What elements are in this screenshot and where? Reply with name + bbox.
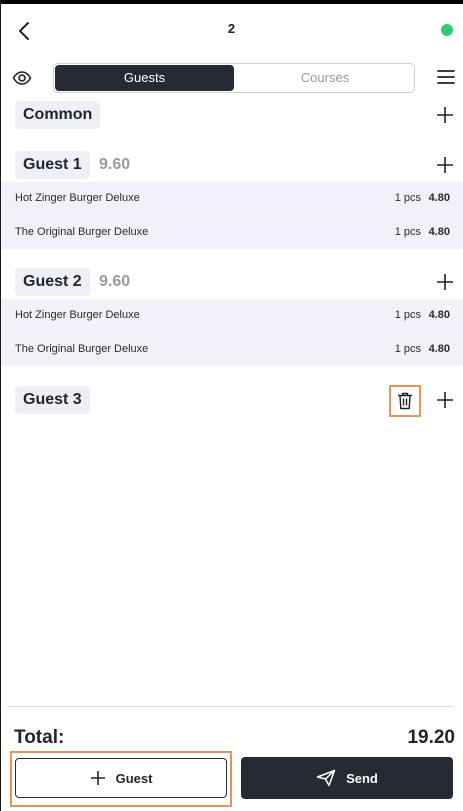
send-label: Send	[346, 770, 378, 786]
divider	[7, 706, 453, 707]
menu-icon[interactable]	[437, 69, 455, 85]
group-guest-3: Guest 3	[0, 385, 463, 417]
item-list: Hot Zinger Burger Deluxe 1 pcs 4.80 The …	[1, 182, 463, 249]
item-qty: 1 pcs	[394, 192, 421, 204]
plus-icon	[90, 770, 106, 786]
item-name: The Original Burger Deluxe	[15, 342, 149, 355]
tab-guests[interactable]: Guests	[55, 65, 234, 91]
group-common: Common	[0, 101, 463, 131]
total-value: 19.20	[407, 727, 455, 748]
trash-icon	[398, 392, 412, 410]
plus-icon[interactable]	[436, 391, 454, 409]
add-guest-highlight: Guest	[10, 751, 232, 807]
group-total: 9.60	[99, 156, 131, 173]
send-icon	[316, 769, 336, 787]
item-price: 4.80	[428, 192, 450, 204]
list-item[interactable]: Hot Zinger Burger Deluxe 1 pcs 4.80	[1, 299, 463, 333]
plus-icon[interactable]	[436, 156, 454, 174]
group-label[interactable]: Guest 1	[15, 151, 90, 179]
list-item[interactable]: The Original Burger Deluxe 1 pcs 4.80	[1, 216, 463, 250]
item-name: Hot Zinger Burger Deluxe	[15, 192, 140, 204]
group-guest-1: Guest 1 9.60	[0, 151, 463, 181]
status-indicator	[441, 24, 453, 36]
group-label[interactable]: Common	[15, 101, 101, 129]
group-total: 9.60	[99, 273, 131, 290]
list-item[interactable]: The Original Burger Deluxe 1 pcs 4.80	[1, 333, 463, 367]
add-guest-label: Guest	[115, 770, 153, 786]
delete-guest-button[interactable]	[389, 385, 421, 417]
item-qty: 1 pcs	[394, 342, 421, 355]
item-price: 4.80	[428, 225, 450, 238]
header: 2	[0, 4, 463, 56]
eye-icon[interactable]	[12, 68, 32, 88]
group-label[interactable]: Guest 3	[15, 386, 90, 414]
total-label: Total:	[14, 727, 65, 748]
plus-icon[interactable]	[436, 273, 454, 291]
item-qty: 1 pcs	[394, 309, 421, 321]
item-price: 4.80	[428, 342, 450, 355]
item-name: The Original Burger Deluxe	[15, 225, 149, 238]
view-toggle: Guests Courses	[53, 63, 415, 93]
group-guest-2: Guest 2 9.60	[0, 268, 463, 298]
item-qty: 1 pcs	[394, 225, 421, 238]
item-price: 4.80	[428, 309, 450, 321]
item-list: Hot Zinger Burger Deluxe 1 pcs 4.80 The …	[1, 299, 463, 366]
item-name: Hot Zinger Burger Deluxe	[15, 309, 140, 321]
list-item[interactable]: Hot Zinger Burger Deluxe 1 pcs 4.80	[1, 182, 463, 216]
group-label[interactable]: Guest 2	[15, 268, 90, 296]
tab-courses[interactable]: Courses	[236, 65, 414, 91]
plus-icon[interactable]	[436, 106, 454, 124]
page-title: 2	[227, 21, 236, 36]
add-guest-button[interactable]: Guest	[15, 758, 227, 798]
toolbar: Guests Courses	[0, 62, 463, 94]
send-button[interactable]: Send	[241, 757, 453, 799]
